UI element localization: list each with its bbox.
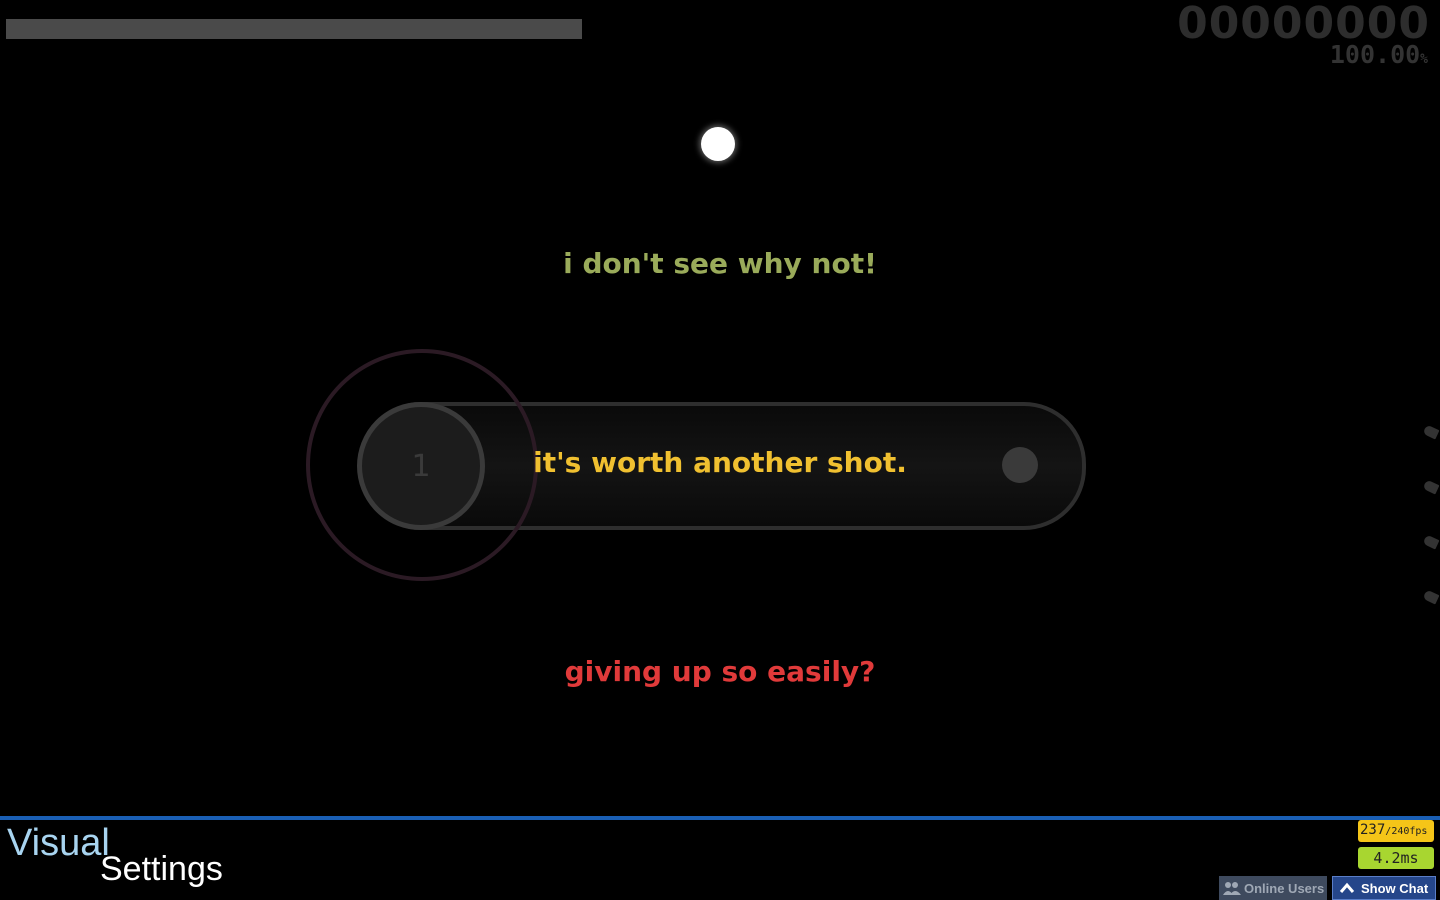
quit-option[interactable]: giving up so easily?	[0, 655, 1440, 688]
health-bar-fill	[6, 19, 582, 39]
side-arrow-icon	[1422, 534, 1440, 550]
chevron-up-icon	[1339, 882, 1355, 893]
accuracy-value: 100.00	[1329, 40, 1421, 69]
fps-value: 237	[1360, 822, 1386, 838]
cursor-dot	[701, 127, 735, 161]
side-arrow-icon	[1422, 424, 1440, 440]
fps-target: /240fps	[1385, 826, 1428, 837]
overlay-divider	[0, 816, 1440, 820]
game-screen: 00000000 100.00% i don't see why not! 1 …	[0, 0, 1440, 900]
frame-time-counter: 4.2ms	[1358, 847, 1434, 869]
show-chat-label: Show Chat	[1361, 880, 1429, 896]
health-bar	[6, 19, 582, 39]
fps-counter: 237/240fps	[1358, 820, 1434, 842]
visual-settings-title[interactable]: Visual	[7, 822, 110, 865]
online-users-button[interactable]: Online Users	[1219, 876, 1327, 900]
side-arrow-icon	[1422, 589, 1440, 605]
retry-option[interactable]: it's worth another shot.	[0, 446, 1440, 479]
accuracy-display: 100.00%	[1330, 40, 1428, 69]
side-arrow-icon	[1422, 479, 1440, 495]
show-chat-button[interactable]: Show Chat	[1332, 876, 1436, 900]
continue-option[interactable]: i don't see why not!	[0, 247, 1440, 280]
visual-settings-subtitle[interactable]: Settings	[100, 850, 223, 889]
accuracy-unit: %	[1420, 52, 1428, 67]
online-users-label: Online Users	[1244, 880, 1325, 896]
users-icon	[1223, 882, 1241, 895]
